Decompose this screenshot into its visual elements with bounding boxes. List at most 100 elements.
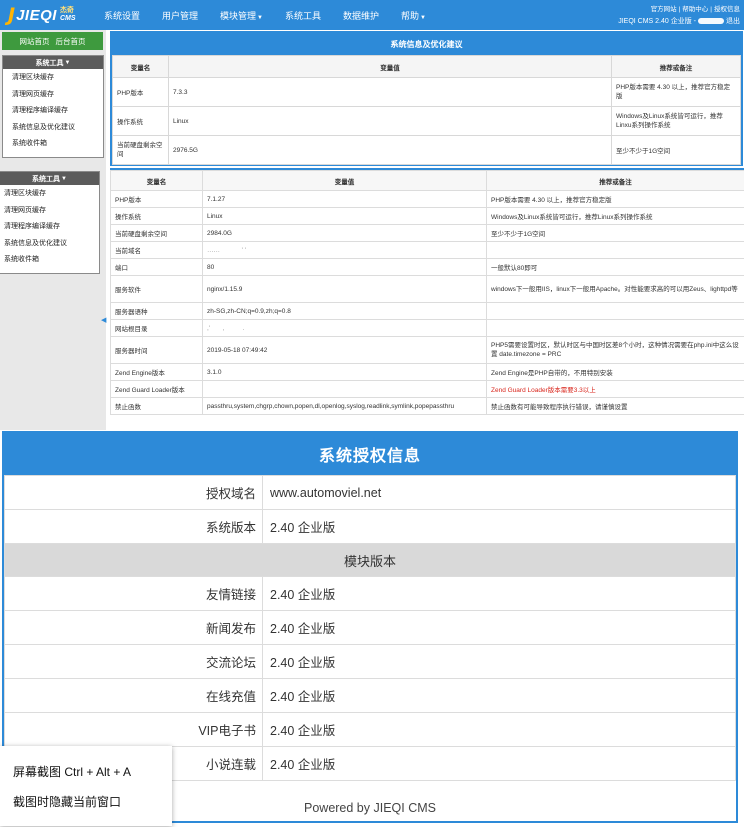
sidebar-panel-tools-2: 系统工具 ▼ 清理区块缓存 清理网页缓存 清理程序编译缓存 系统信息及优化建议 系…: [0, 171, 100, 274]
sidebar-item-clear-compile-cache[interactable]: 清理程序编译缓存: [3, 102, 103, 119]
value-module: 2.40 企业版: [262, 644, 736, 679]
table-row: 友情链接 2.40 企业版: [4, 576, 736, 611]
link-license-info[interactable]: 授权信息: [714, 6, 740, 13]
table-row: Zend Engine版本 3.1.0 Zend Engine是PHP自带的，不…: [110, 363, 744, 381]
nav-system-tools[interactable]: 系统工具: [285, 9, 321, 22]
cell-note: PHP版本需要 4.30 以上，推荐官方稳定版: [486, 190, 744, 208]
label-module: 交流论坛: [4, 644, 263, 679]
top-navbar: J JIEQI 杰奇 CMS 系统设置 用户管理 模块管理▼ 系统工具 数据维护…: [0, 0, 744, 30]
cell-name: 服务器时间: [110, 336, 203, 364]
menu-item-hide-window[interactable]: 截图时隐藏当前窗口: [0, 786, 172, 816]
table-row: Zend Guard Loader版本 Zend Guard Loader版本需…: [110, 380, 744, 398]
col-header-note: 推荐或备注: [611, 55, 741, 78]
license-info-title: 系统授权信息: [4, 433, 736, 475]
logo-sub-cn: 杰奇: [59, 7, 74, 14]
col-header-name: 变量名: [110, 170, 203, 191]
cell-note: PHP版本需要 4.30 以上，推荐官方稳定版: [611, 77, 741, 107]
table-row: 端口 80 一般默认80即可: [110, 258, 744, 276]
nav-module-management[interactable]: 模块管理▼: [220, 9, 263, 22]
top-links: 官方网站 | 帮助中心 | 授权信息: [650, 6, 740, 13]
nav-system-settings[interactable]: 系统设置: [104, 9, 140, 22]
cell-name: 端口: [110, 258, 203, 276]
logout-link[interactable]: 退出: [726, 16, 740, 26]
table-row: 服务器语种 zh-SG,zh-CN;q=0.9,zh;q=0.8: [110, 302, 744, 320]
cell-value: 2019-05-18 07:49:42: [202, 336, 487, 364]
value-module: 2.40 企业版: [262, 746, 736, 781]
menu-item-screenshot[interactable]: 屏幕截图 Ctrl + Alt + A: [0, 756, 172, 786]
value-system-version: 2.40 企业版: [262, 509, 736, 544]
cell-name: 当前硬盘剩余空间: [112, 135, 169, 165]
link-help-center[interactable]: 帮助中心: [682, 6, 708, 13]
cell-name: PHP版本: [112, 77, 169, 107]
sidebar-item-clear-block-cache[interactable]: 清理区块缓存: [3, 69, 103, 86]
logo-letter: J: [8, 4, 16, 26]
cell-value: zh-SG,zh-CN;q=0.9,zh;q=0.8: [202, 302, 487, 320]
label-licensed-domain: 授权域名: [4, 475, 263, 510]
col-header-value: 变量值: [202, 170, 487, 191]
sidebar-panel2-title[interactable]: 系统工具 ▼: [0, 172, 99, 185]
cell-note: [486, 302, 744, 320]
cell-value: 2984.0G: [202, 224, 487, 242]
value-module: 2.40 企业版: [262, 712, 736, 747]
label-module: 新闻发布: [4, 610, 263, 645]
sidebar-panel-title[interactable]: 系统工具 ▼: [3, 56, 103, 69]
system-info-title: 系统信息及优化建议: [112, 33, 741, 55]
table-row: 操作系统 Linux Windows及Linux系统皆可运行，推荐Linxu系列…: [112, 106, 741, 136]
cell-value: 3.1.0: [202, 363, 487, 381]
nav-help[interactable]: 帮助▼: [401, 9, 426, 22]
logo-sub-en: CMS: [59, 15, 76, 22]
sidebar2-item-clear-compile-cache[interactable]: 清理程序编译缓存: [0, 218, 99, 235]
cell-note: windows下一般用IIS，linux下一般用Apache。对性能要求高的可以…: [486, 275, 744, 303]
table-row: PHP版本 7.3.3 PHP版本需要 4.30 以上，推荐官方稳定版: [112, 77, 741, 107]
version-info: JIEQI CMS 2.40 企业版 - 退出: [618, 16, 740, 26]
nav-data-maintenance[interactable]: 数据维护: [343, 9, 379, 22]
logo-name: JIEQI: [16, 6, 57, 24]
sidebar-item-inbox[interactable]: 系统收件箱: [3, 135, 103, 152]
link-site-home[interactable]: 网站首页: [20, 36, 50, 47]
collapse-arrow-icon[interactable]: ◀: [101, 316, 106, 324]
system-info-panel: 系统信息及优化建议 变量名 变量值 推荐或备注 PHP版本 7.3.3 PHP版…: [110, 31, 743, 166]
table-row: 网站根目录 ,' , .: [110, 319, 744, 337]
sidebar2-item-inbox[interactable]: 系统收件箱: [0, 251, 99, 268]
nav-user-management[interactable]: 用户管理: [162, 9, 198, 22]
sidebar: 网站首页 后台首页 系统工具 ▼ 清理区块缓存 清理网页缓存 清理程序编译缓存 系…: [0, 30, 106, 430]
link-admin-home[interactable]: 后台首页: [56, 36, 86, 47]
table-row: 当前域名 …… ' ': [110, 241, 744, 259]
redacted-username: [698, 18, 724, 24]
cell-name: 禁止函数: [110, 397, 203, 415]
cell-value: [202, 380, 487, 398]
cell-note: 至少不少于1G空间: [611, 135, 741, 165]
version-text: JIEQI CMS 2.40 企业版 -: [618, 18, 696, 25]
col-header-value: 变量值: [168, 55, 612, 78]
table-row: 服务器时间 2019-05-18 07:49:42 PHP5需要设置时区，默认时…: [110, 336, 744, 364]
table-row: PHP版本 7.1.27 PHP版本需要 4.30 以上，推荐官方稳定版: [110, 190, 744, 208]
system-info-panel-2: 变量名 变量值 推荐或备注 PHP版本 7.1.27 PHP版本需要 4.30 …: [110, 168, 744, 430]
cell-value: 2976.5G: [168, 135, 612, 165]
value-module: 2.40 企业版: [262, 678, 736, 713]
cell-value: 7.1.27: [202, 190, 487, 208]
cell-note: [486, 319, 744, 337]
table-header-row: 变量名 变量值 推荐或备注: [112, 55, 741, 78]
link-official-site[interactable]: 官方网站: [651, 6, 677, 13]
cell-note: Windows及Linux系统皆可运行，推荐Linux系列操作系统: [486, 207, 744, 225]
cell-value: 7.3.3: [168, 77, 612, 107]
cell-note: Windows及Linux系统皆可运行，推荐Linxu系列操作系统: [611, 106, 741, 136]
system-info-table-2: 变量名 变量值 推荐或备注 PHP版本 7.1.27 PHP版本需要 4.30 …: [110, 170, 744, 415]
cell-value: Linux: [202, 207, 487, 225]
table-row: 系统版本 2.40 企业版: [4, 509, 736, 544]
jieqi-logo[interactable]: J JIEQI 杰奇 CMS: [8, 4, 76, 26]
cell-value-redacted: ,' , .: [202, 319, 487, 337]
sidebar2-item-clear-page-cache[interactable]: 清理网页缓存: [0, 202, 99, 219]
cell-note: Zend Engine是PHP自带的，不用特别安装: [486, 363, 744, 381]
table-row: 当前硬盘剩余空间 2976.5G 至少不少于1G空间: [112, 135, 741, 165]
cell-name: 当前域名: [110, 241, 203, 259]
sidebar-item-system-info[interactable]: 系统信息及优化建议: [3, 119, 103, 136]
cell-name: 当前硬盘剩余空间: [110, 224, 203, 242]
table-row: 服务软件 nginx/1.15.9 windows下一般用IIS，linux下一…: [110, 275, 744, 303]
sidebar-item-clear-page-cache[interactable]: 清理网页缓存: [3, 86, 103, 103]
section-row: 模块版本: [4, 543, 736, 577]
sidebar2-item-system-info[interactable]: 系统信息及优化建议: [0, 235, 99, 252]
screenshot-root: J JIEQI 杰奇 CMS 系统设置 用户管理 模块管理▼ 系统工具 数据维护…: [0, 0, 744, 827]
sidebar2-item-clear-block-cache[interactable]: 清理区块缓存: [0, 185, 99, 202]
screenshot-context-menu: 屏幕截图 Ctrl + Alt + A 截图时隐藏当前窗口: [0, 746, 172, 826]
